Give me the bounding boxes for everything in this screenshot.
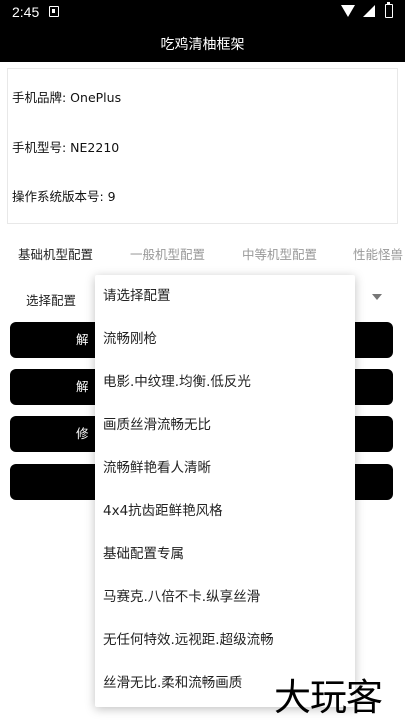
status-bar: 2:45: [0, 0, 405, 24]
signal-icon: [363, 5, 375, 17]
chevron-down-icon[interactable]: [372, 294, 382, 300]
action-button-2-label: 解: [76, 379, 89, 394]
tab-medium[interactable]: 中等机型配置: [242, 244, 317, 263]
device-model: 手机型号: NE2210: [12, 140, 120, 155]
app-title: 吃鸡清柚框架: [0, 24, 405, 62]
notification-icon: [49, 6, 59, 17]
dropdown-option[interactable]: 流畅刚枪: [95, 318, 355, 361]
action-button-1-label: 解: [76, 332, 89, 347]
dropdown-option[interactable]: 流畅鲜艳看人清晰: [95, 447, 355, 490]
status-time: 2:45: [12, 4, 40, 20]
action-button-3-label: 修: [76, 426, 89, 441]
os-version: 操作系统版本号: 9: [12, 189, 116, 204]
config-dropdown-menu: 请选择配置 流畅刚枪 电影.中纹理.均衡.低反光 画质丝滑流畅无比 流畅鲜艳看人…: [95, 275, 355, 707]
wifi-icon: [341, 5, 355, 17]
dropdown-option[interactable]: 基础配置专属: [95, 533, 355, 576]
dropdown-option[interactable]: 4x4抗齿距鲜艳风格: [95, 490, 355, 533]
dropdown-option[interactable]: 画质丝滑流畅无比: [95, 404, 355, 447]
select-label: 选择配置: [26, 293, 77, 308]
battery-icon: [385, 2, 393, 18]
tab-normal[interactable]: 一般机型配置: [130, 244, 205, 263]
tab-basic[interactable]: 基础机型配置: [18, 244, 93, 263]
tab-performance[interactable]: 性能怪兽: [353, 244, 403, 263]
device-info-card: 手机品牌: OnePlus 手机型号: NE2210 操作系统版本号: 9: [7, 68, 398, 224]
dropdown-option[interactable]: 请选择配置: [95, 275, 355, 318]
dropdown-option[interactable]: 马赛克.八倍不卡.纵享丝滑: [95, 576, 355, 619]
config-tabs: 基础机型配置 一般机型配置 中等机型配置 性能怪兽: [0, 236, 405, 268]
dropdown-option[interactable]: 电影.中纹理.均衡.低反光: [95, 361, 355, 404]
dropdown-option[interactable]: 无任何特效.远视距.超级流畅: [95, 619, 355, 662]
watermark-logo: 大玩客: [274, 676, 383, 719]
device-brand: 手机品牌: OnePlus: [12, 90, 122, 105]
